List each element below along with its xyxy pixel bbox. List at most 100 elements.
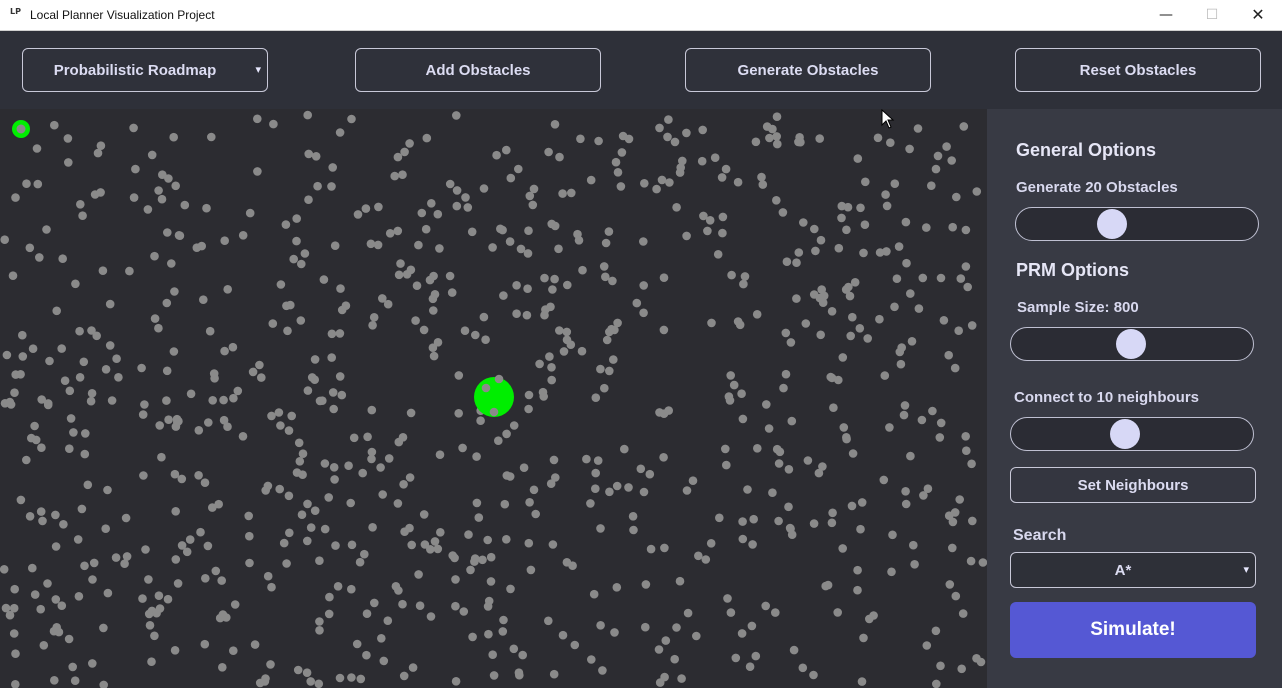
- obstacle: [738, 534, 748, 544]
- obstacle: [120, 559, 129, 568]
- minimize-button[interactable]: —: [1143, 0, 1189, 30]
- obstacle: [655, 408, 664, 417]
- obstacle: [857, 498, 867, 507]
- generate-obstacles-slider[interactable]: [1015, 207, 1259, 241]
- obstacle: [845, 291, 855, 301]
- obstacle: [721, 164, 731, 174]
- slider-knob[interactable]: [1097, 209, 1127, 239]
- obstacle: [11, 193, 20, 202]
- obstacle: [488, 243, 497, 252]
- obstacle: [605, 487, 614, 497]
- obstacle: [111, 553, 121, 562]
- search-select-label: A*: [1114, 561, 1132, 579]
- obstacle: [914, 304, 924, 313]
- obstacle: [396, 259, 405, 268]
- planner-canvas[interactable]: [0, 109, 987, 688]
- obstacle: [18, 330, 27, 340]
- window-titlebar: LP Local Planner Visualization Project —…: [0, 0, 1282, 31]
- obstacle: [672, 203, 681, 212]
- obstacle: [220, 346, 229, 356]
- obstacle: [452, 201, 462, 211]
- obstacle: [602, 335, 612, 345]
- obstacle: [459, 607, 469, 616]
- reset-obstacles-button[interactable]: Reset Obstacles: [1015, 48, 1261, 92]
- obstacle: [596, 524, 605, 533]
- obstacle: [2, 350, 12, 360]
- obstacle: [548, 285, 557, 294]
- obstacle: [311, 152, 321, 161]
- neighbours-slider[interactable]: [1010, 417, 1254, 451]
- obstacle: [961, 262, 971, 271]
- obstacle: [429, 306, 438, 315]
- obstacle: [957, 664, 966, 674]
- obstacle: [629, 525, 638, 535]
- simulate-button[interactable]: Simulate!: [1010, 602, 1256, 658]
- obstacle: [645, 469, 655, 479]
- obstacle: [628, 512, 638, 521]
- obstacle: [794, 248, 804, 257]
- generate-obstacles-button[interactable]: Generate Obstacles: [685, 48, 931, 92]
- obstacle: [327, 353, 337, 362]
- obstacle: [640, 179, 649, 188]
- obstacle: [857, 677, 867, 686]
- obstacle: [129, 123, 138, 133]
- obstacle: [567, 188, 576, 198]
- obstacle: [208, 503, 217, 512]
- obstacle: [594, 136, 603, 146]
- obstacle: [654, 645, 664, 654]
- obstacle: [682, 231, 691, 241]
- obstacle: [245, 558, 254, 568]
- obstacle: [486, 577, 496, 586]
- obstacle: [895, 347, 905, 357]
- slider-knob[interactable]: [1110, 419, 1140, 449]
- obstacle: [951, 591, 961, 601]
- obstacle: [509, 421, 519, 430]
- sample-size-slider[interactable]: [1010, 327, 1254, 361]
- obstacle: [624, 483, 633, 492]
- obstacle: [1, 603, 11, 613]
- obstacle: [320, 524, 330, 534]
- obstacle: [99, 680, 108, 688]
- obstacle: [157, 452, 166, 462]
- search-select[interactable]: A* ▾: [1010, 552, 1256, 588]
- set-neighbours-button[interactable]: Set Neighbours: [1010, 467, 1256, 503]
- obstacle: [141, 545, 150, 554]
- obstacle: [294, 438, 304, 448]
- obstacle: [218, 663, 227, 672]
- obstacle: [281, 220, 291, 229]
- obstacle: [721, 444, 730, 454]
- obstacle: [540, 273, 549, 283]
- obstacle: [415, 601, 425, 610]
- obstacle: [954, 326, 963, 335]
- add-obstacles-button[interactable]: Add Obstacles: [355, 48, 601, 92]
- obstacle: [144, 609, 154, 619]
- obstacle: [939, 316, 949, 325]
- obstacle: [122, 552, 132, 561]
- slider-knob[interactable]: [1116, 329, 1146, 359]
- obstacle: [458, 443, 467, 453]
- maximize-button[interactable]: ☐: [1189, 0, 1235, 30]
- obstacle: [169, 347, 179, 356]
- obstacle: [727, 270, 736, 280]
- obstacle: [50, 120, 59, 130]
- obstacle: [419, 510, 429, 519]
- obstacle: [173, 579, 183, 588]
- obstacle: [932, 679, 941, 688]
- obstacle: [452, 111, 461, 120]
- algorithm-select[interactable]: Probabilistic Roadmap ▾: [22, 48, 268, 92]
- obstacle: [718, 228, 727, 238]
- obstacle: [304, 195, 313, 204]
- obstacle: [838, 353, 848, 362]
- obstacle: [429, 351, 439, 361]
- obstacle: [177, 474, 187, 484]
- obstacle: [539, 392, 548, 401]
- obstacle: [138, 410, 148, 419]
- obstacle: [393, 152, 403, 162]
- obstacle: [74, 592, 84, 601]
- obstacle: [400, 527, 409, 536]
- obstacle: [292, 214, 302, 223]
- close-button[interactable]: ✕: [1235, 0, 1281, 30]
- obstacle: [86, 396, 96, 406]
- obstacle: [170, 646, 180, 655]
- obstacle: [162, 366, 172, 376]
